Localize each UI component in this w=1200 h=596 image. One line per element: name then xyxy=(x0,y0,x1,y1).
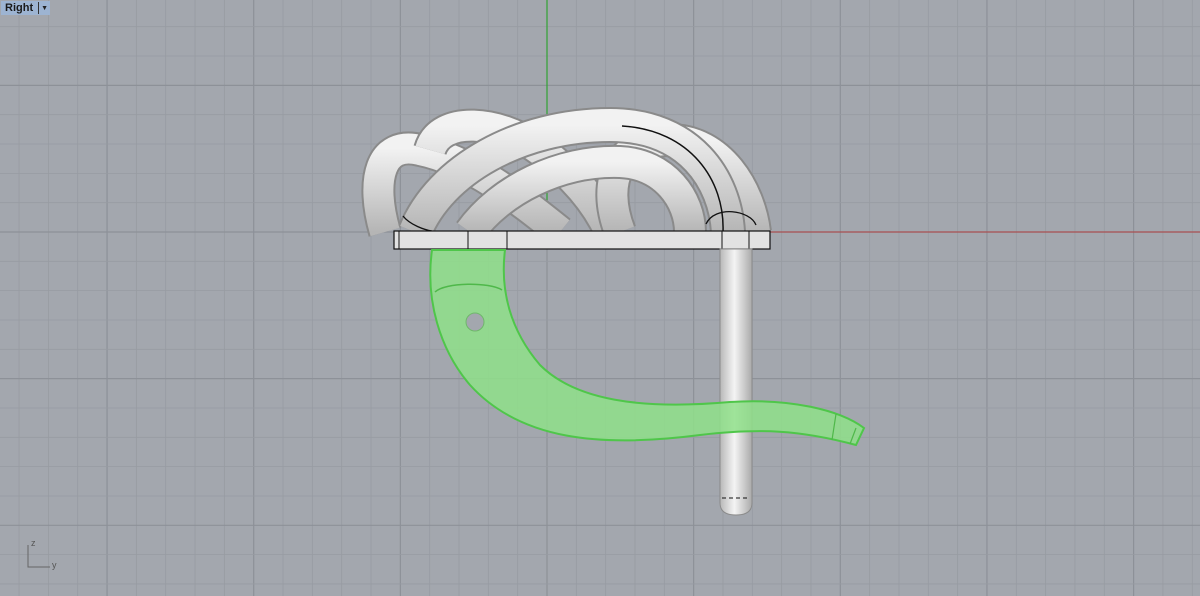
bracket-bolt-hole xyxy=(465,312,485,332)
viewport-canvas[interactable] xyxy=(0,0,1200,596)
exhaust-header-tubes[interactable] xyxy=(361,106,772,246)
viewport-name: Right xyxy=(5,2,34,14)
tab-separator xyxy=(38,2,40,14)
flange-plate[interactable] xyxy=(393,230,771,250)
collector-pipe[interactable] xyxy=(719,248,753,516)
gizmo-z-label: z xyxy=(31,538,36,548)
axis-gizmo-icon xyxy=(27,545,50,568)
dropdown-triangle-icon[interactable]: ▼ xyxy=(41,5,48,12)
construction-grid xyxy=(0,0,1200,596)
viewport-title-tab[interactable]: Right ▼ xyxy=(1,1,51,15)
selected-bracket[interactable] xyxy=(429,249,866,447)
gizmo-y-label: y xyxy=(52,560,57,570)
